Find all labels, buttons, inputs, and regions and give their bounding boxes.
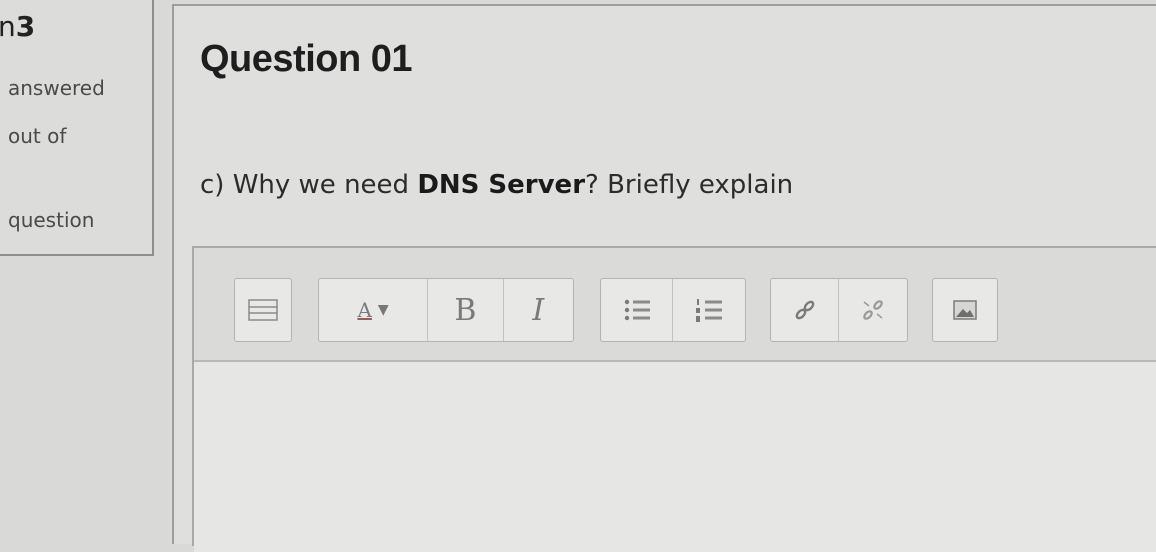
answer-editor: A ▼ B I — [192, 246, 1156, 552]
editor-toolbar: A ▼ B I — [194, 248, 1156, 362]
question-title: Question 01 — [200, 38, 413, 80]
bold-button[interactable]: B — [428, 279, 504, 341]
question-text-bold: DNS Server — [417, 170, 586, 200]
editor-content-area[interactable] — [194, 362, 1156, 552]
insert-image-button[interactable] — [933, 279, 997, 341]
question-info-panel: n3 answered out of question — [0, 0, 154, 256]
toolbar-group-format: A ▼ B I — [318, 278, 574, 342]
toolbar-group-media — [932, 278, 998, 342]
ordered-list-icon — [696, 299, 722, 322]
bold-icon: B — [454, 292, 477, 328]
unlink-icon — [863, 300, 883, 320]
link-icon — [795, 300, 814, 320]
question-marks: out of — [8, 124, 67, 148]
unordered-list-button[interactable] — [601, 279, 673, 341]
font-color-icon: A — [357, 298, 372, 322]
toolbar-toggle-button[interactable] — [235, 279, 291, 341]
question-number: n3 — [0, 10, 36, 43]
image-icon — [953, 300, 977, 320]
ordered-list-button[interactable] — [673, 279, 745, 341]
flag-question[interactable]: question — [8, 208, 94, 232]
italic-button[interactable]: I — [504, 279, 573, 341]
question-status: answered — [8, 76, 105, 100]
toolbar-toggle-icon — [248, 299, 278, 321]
question-text: c) Why we need DNS Server? Briefly expla… — [200, 170, 794, 200]
link-button[interactable] — [771, 279, 839, 341]
italic-icon: I — [532, 292, 545, 328]
unlink-button[interactable] — [839, 279, 907, 341]
toolbar-group-lists — [600, 278, 746, 342]
toolbar-group-links — [770, 278, 908, 342]
unordered-list-icon — [624, 299, 650, 321]
toolbar-group-toggle — [234, 278, 292, 342]
chevron-down-icon: ▼ — [377, 302, 389, 318]
font-color-button[interactable]: A ▼ — [319, 279, 429, 341]
